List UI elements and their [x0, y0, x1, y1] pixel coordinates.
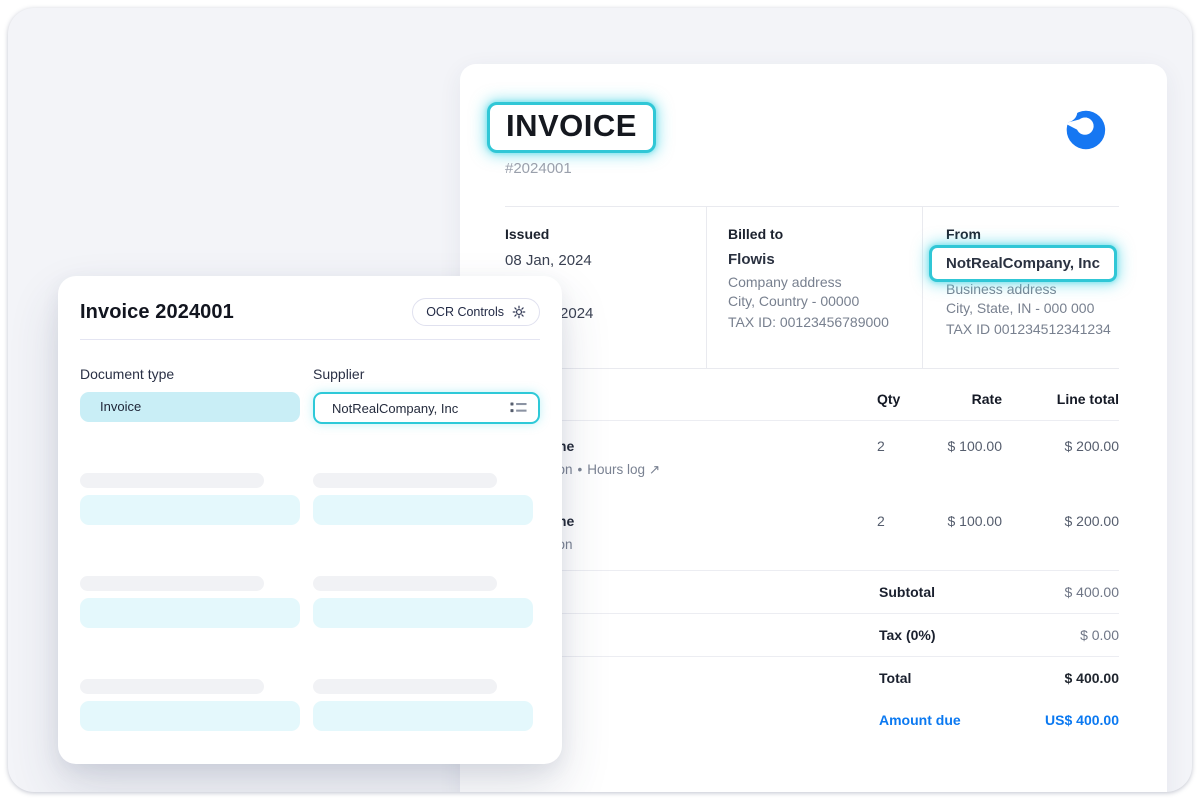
line-items-table: Qty Rate Line total Item name Descriptio…: [505, 391, 1119, 741]
skeleton-label-bar: [80, 679, 264, 694]
panel-title: Invoice 2024001: [80, 301, 234, 324]
document-type-value[interactable]: Invoice: [80, 392, 300, 422]
from-address-2: City, State, IN - 000 000: [946, 299, 1119, 317]
supplier-value: NotRealCompany, Inc: [332, 401, 458, 416]
item-rate: $ 100.00: [935, 513, 1002, 529]
invoice-title-highlight[interactable]: INVOICE: [487, 102, 656, 153]
skeleton-field-row: [80, 679, 540, 731]
billed-to-block: Billed to Flowis Company address City, C…: [706, 207, 922, 368]
panel-divider: [80, 339, 540, 340]
ocr-controls-label: OCR Controls: [426, 305, 504, 319]
total-label: Total: [879, 670, 1065, 686]
ocr-controls-button[interactable]: OCR Controls: [412, 298, 540, 326]
skeleton-value-bar: [80, 701, 300, 731]
invoice-meta-section: Issued 08 Jan, 2024 08 Feb, 2024 Billed …: [505, 206, 1119, 369]
invoice-number: #2024001: [505, 160, 1119, 177]
billed-to-address-2: City, Country - 00000: [728, 292, 922, 310]
invoice-document: INVOICE #2024001 Issued 08 Jan, 2024 08 …: [460, 64, 1167, 792]
header-qty: Qty: [877, 391, 935, 407]
total-value: $ 400.00: [1065, 670, 1120, 686]
skeleton-field-row: [80, 473, 540, 525]
from-name: NotRealCompany, Inc: [946, 255, 1100, 272]
from-label: From: [946, 226, 1119, 242]
billed-to-tax-id: TAX ID: 00123456789000: [728, 313, 922, 331]
invoice-header: INVOICE #2024001: [505, 102, 1119, 177]
skeleton-value-bar: [80, 598, 300, 628]
item-line-total: $ 200.00: [1002, 438, 1119, 454]
from-tax-id: TAX ID 001234512341234: [946, 320, 1119, 338]
table-row: Item name Description•Hours log ↗ 2 $ 10…: [505, 421, 1119, 496]
supplier-label: Supplier: [313, 366, 540, 382]
item-line-total: $ 200.00: [1002, 513, 1119, 529]
total-row: Total $ 400.00: [505, 657, 1119, 699]
external-link-icon: ↗: [649, 462, 660, 477]
invoice-title: INVOICE: [506, 108, 637, 144]
item-qty: 2: [877, 438, 935, 454]
billed-to-name: Flowis: [728, 251, 922, 268]
skeleton-value-bar: [313, 701, 533, 731]
supplier-field: Supplier NotRealCompany, Inc: [313, 366, 540, 424]
issued-label: Issued: [505, 226, 706, 242]
item-qty: 2: [877, 513, 935, 529]
issued-date: 08 Jan, 2024: [505, 252, 706, 269]
header-rate: Rate: [935, 391, 1002, 407]
table-header-row: Qty Rate Line total: [505, 391, 1119, 421]
skeleton-label-bar: [313, 576, 497, 591]
hours-log-link[interactable]: Hours log: [587, 462, 645, 477]
bullet-separator: •: [578, 462, 583, 477]
table-row: Item name Description 2 $ 100.00 $ 200.0…: [505, 496, 1119, 571]
from-address-1: Business address: [946, 280, 1119, 298]
amount-due-label: Amount due: [879, 712, 1045, 728]
app-canvas: INVOICE #2024001 Issued 08 Jan, 2024 08 …: [8, 8, 1192, 792]
gear-icon: [512, 305, 526, 319]
skeleton-field-row: [80, 576, 540, 628]
billed-to-label: Billed to: [728, 226, 922, 242]
subtotal-row: Subtotal $ 400.00: [505, 571, 1119, 614]
supplier-input[interactable]: NotRealCompany, Inc: [313, 392, 540, 424]
tax-row: Tax (0%) $ 0.00: [505, 614, 1119, 657]
skeleton-label-bar: [313, 473, 497, 488]
tax-value: $ 0.00: [1080, 627, 1119, 643]
item-rate: $ 100.00: [935, 438, 1002, 454]
tax-label: Tax (0%): [879, 627, 1080, 643]
skeleton-value-bar: [313, 598, 533, 628]
skeleton-value-bar: [80, 495, 300, 525]
skeleton-label-bar: [80, 473, 264, 488]
billed-to-address-1: Company address: [728, 273, 922, 291]
ocr-panel: Invoice 2024001 OCR Controls Document ty…: [58, 276, 562, 764]
from-block: From NotRealCompany, Inc Business addres…: [922, 207, 1119, 368]
list-icon[interactable]: [510, 401, 527, 415]
header-line-total: Line total: [1002, 391, 1119, 407]
skeleton-label-bar: [80, 576, 264, 591]
supplier-name-highlight[interactable]: NotRealCompany, Inc: [929, 245, 1117, 282]
amount-due-row: Amount due US$ 400.00: [505, 699, 1119, 741]
subtotal-label: Subtotal: [879, 584, 1065, 600]
document-type-field: Document type Invoice: [80, 366, 313, 424]
skeleton-label-bar: [313, 679, 497, 694]
subtotal-value: $ 400.00: [1065, 584, 1120, 600]
amount-due-value: US$ 400.00: [1045, 712, 1119, 728]
flowis-logo-icon: [1059, 104, 1109, 154]
skeleton-value-bar: [313, 495, 533, 525]
document-type-label: Document type: [80, 366, 313, 382]
